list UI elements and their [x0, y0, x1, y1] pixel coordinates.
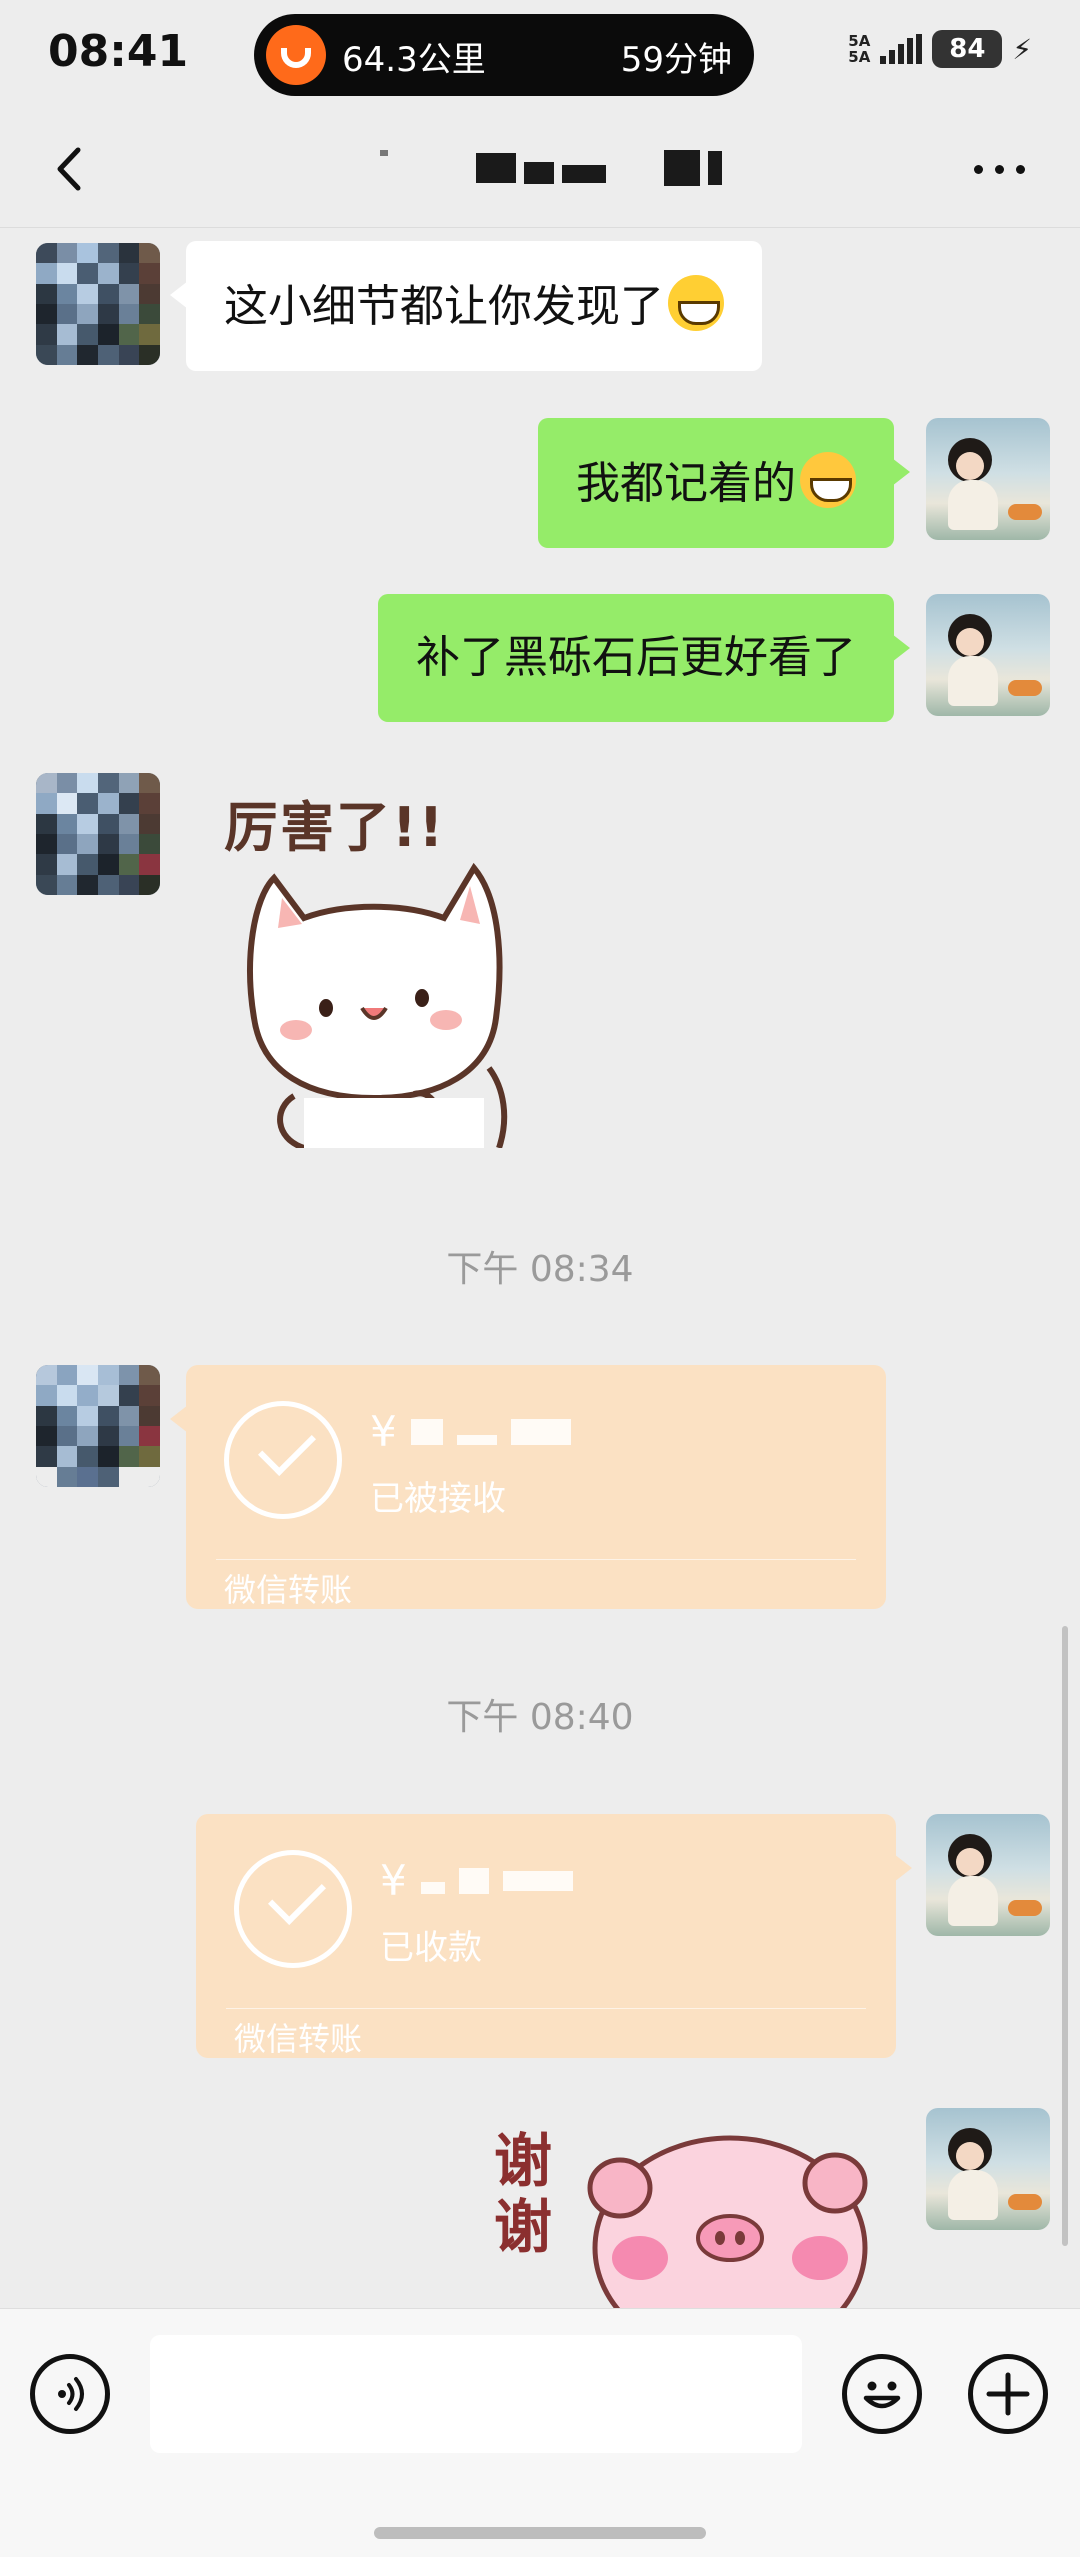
message-input-bar: [0, 2308, 1080, 2557]
chat-scroll-area[interactable]: 这小细节都让你发现了 我都记着的 补了黑砾石后更好看了 厉害了!! 下午 08:…: [0, 228, 1080, 2308]
message-bubble-outgoing[interactable]: 我都记着的: [538, 418, 910, 548]
emoji-icon[interactable]: [842, 2354, 922, 2434]
my-avatar[interactable]: [926, 1814, 1050, 1936]
pink-pig-sticker[interactable]: 谢谢: [494, 2118, 874, 2308]
timestamp: 下午 08:34: [446, 1249, 634, 1290]
grinning-emoji-icon: [668, 275, 724, 331]
transfer-card-collected[interactable]: ¥ 已收款 微信转账: [196, 1814, 912, 2058]
divider: [216, 1559, 856, 1560]
message-bubble-outgoing[interactable]: 补了黑砾石后更好看了: [378, 594, 910, 722]
check-circle-icon: [234, 1850, 352, 1968]
didi-logo-icon: [266, 25, 326, 85]
transfer-status: 已被接收: [370, 1479, 506, 1519]
contact-avatar[interactable]: [36, 243, 160, 365]
status-indicators: 5A 5A 84 ⚡: [848, 30, 1032, 68]
chat-header: [0, 110, 1080, 228]
laughing-tears-emoji-icon: [800, 452, 856, 508]
back-arrow-icon[interactable]: [48, 144, 98, 194]
plus-icon[interactable]: [968, 2354, 1048, 2434]
voice-icon[interactable]: [30, 2354, 110, 2434]
contact-avatar[interactable]: [36, 773, 160, 895]
contact-avatar[interactable]: [36, 1365, 160, 1487]
home-indicator[interactable]: [374, 2527, 706, 2539]
sticker-caption: 厉害了!!: [224, 796, 446, 859]
my-avatar[interactable]: [926, 2108, 1050, 2230]
my-avatar[interactable]: [926, 594, 1050, 716]
chat-scrollbar[interactable]: [1062, 1626, 1068, 2246]
message-text-input[interactable]: [150, 2335, 802, 2453]
transfer-label: 微信转账: [224, 1571, 353, 1609]
transfer-status: 已收款: [380, 1928, 482, 1968]
transfer-card-received[interactable]: ¥ 已被接收 微信转账: [170, 1365, 886, 1609]
contact-name-redacted: [380, 150, 722, 186]
more-options-icon[interactable]: [974, 154, 1034, 184]
ride-status-pill[interactable]: 64.3公里 59分钟: [254, 14, 754, 96]
trip-time: 59分钟: [620, 40, 732, 80]
message-bubble-incoming[interactable]: 这小细节都让你发现了: [170, 241, 762, 371]
signal-icon: [880, 34, 923, 64]
transfer-amount: ¥: [380, 1856, 573, 1905]
check-circle-icon: [224, 1401, 342, 1519]
white-cat-sticker[interactable]: 厉害了!!: [224, 783, 564, 1148]
status-bar: 08:41 64.3公里 59分钟 5A 5A 84 ⚡: [0, 0, 1080, 110]
cat-illustration: [247, 862, 508, 1148]
charging-icon: ⚡: [1012, 32, 1032, 66]
divider: [226, 2008, 866, 2009]
my-avatar[interactable]: [926, 418, 1050, 540]
network-type: 5A 5A: [848, 32, 871, 66]
trip-distance: 64.3公里: [342, 40, 486, 80]
transfer-amount: ¥: [370, 1407, 571, 1456]
sticker-caption: 谢谢: [494, 2127, 553, 2261]
timestamp: 下午 08:40: [446, 1697, 634, 1738]
status-time: 08:41: [48, 26, 189, 77]
transfer-label: 微信转账: [234, 2020, 363, 2058]
pig-illustration: [587, 2135, 868, 2308]
battery-icon: 84: [932, 30, 1003, 68]
